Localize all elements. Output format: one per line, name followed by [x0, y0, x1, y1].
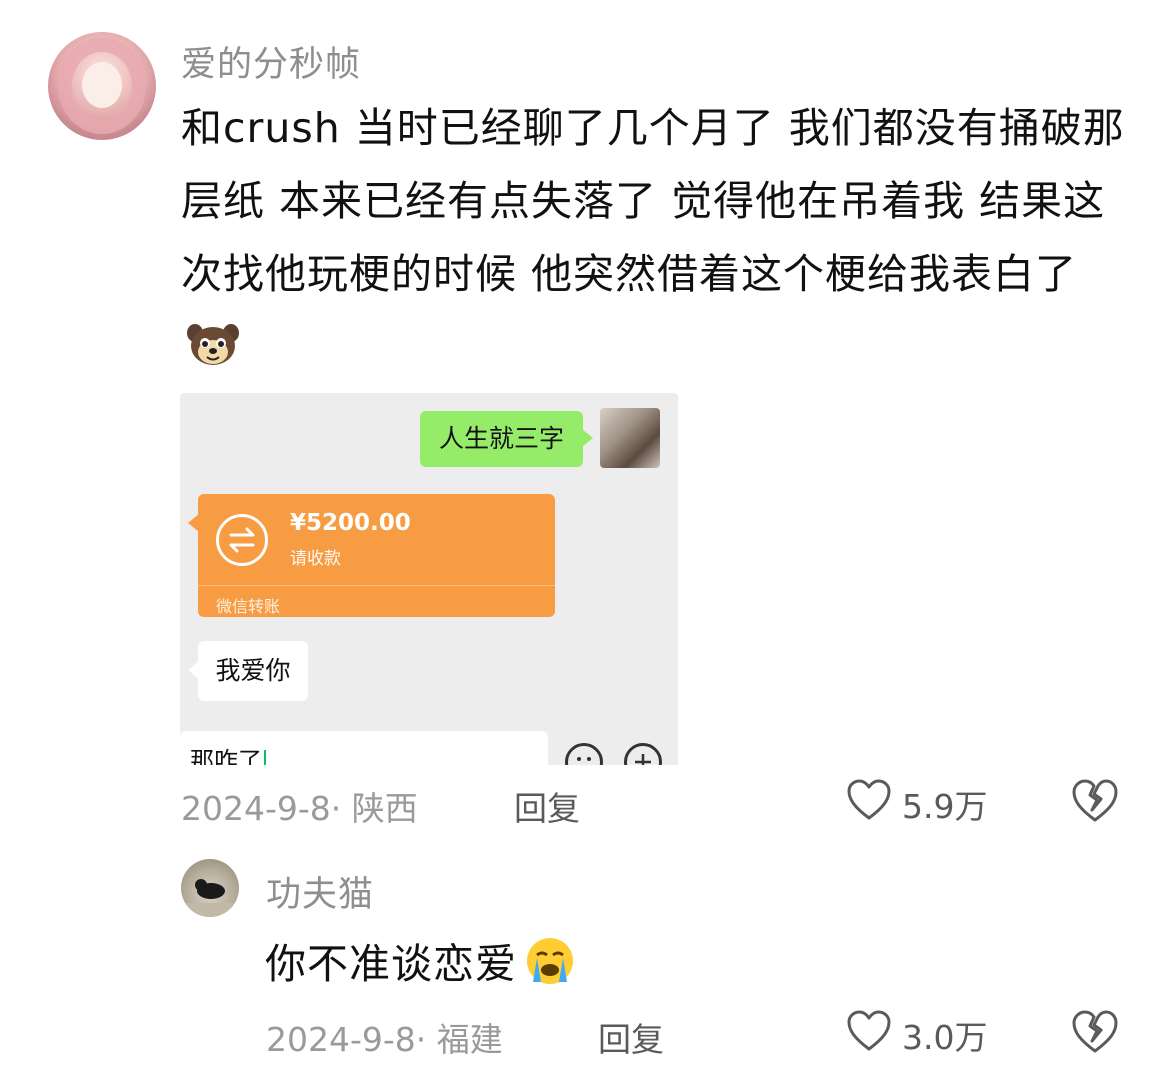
comment-text: 和crush 当时已经聊了几个月了 我们都没有捅破那层纸 本来已经有点失落了 觉… [181, 92, 1131, 384]
like-count-2: 3.0万 [902, 1018, 988, 1057]
emoji-face-icon [565, 743, 603, 765]
transfer-status: 请收款 [290, 549, 341, 569]
like-button[interactable]: 5.9万 [846, 779, 987, 829]
crying-face-emoji-icon [523, 936, 577, 996]
reply-comment-text: 你不准谈恋爱 [265, 930, 577, 996]
sent-message-bubble: 人生就三字 [420, 411, 593, 467]
broken-heart-dislike-icon-2[interactable] [1071, 1010, 1119, 1058]
transfer-source: 微信转账 [216, 597, 281, 616]
like-button-2[interactable]: 3.0万 [846, 1010, 987, 1060]
plus-icon [624, 743, 662, 765]
reply-commenter-avatar[interactable] [181, 859, 239, 917]
transfer-arrows-icon [216, 514, 268, 566]
heart-icon [846, 779, 892, 829]
chat-input-field: 那咋了 [180, 731, 548, 765]
dog-emoji-icon [185, 317, 241, 365]
reply-commenter-username[interactable]: 功夫猫 [266, 866, 374, 917]
reply-date-location: 2024-9-8· 福建 [266, 1020, 503, 1059]
chat-screenshot-image[interactable]: 人生就三字 ¥5200.00 请收款 微信转账 我爱你 那咋了 [180, 393, 678, 765]
broken-heart-dislike-icon[interactable] [1071, 779, 1119, 827]
like-count: 5.9万 [902, 787, 988, 826]
reply-button-2[interactable]: 回复 [598, 1013, 664, 1061]
chat-avatar [600, 408, 660, 468]
commenter-avatar[interactable] [48, 32, 156, 140]
comment-date-location: 2024-9-8· 陕西 [181, 789, 418, 828]
reply-button[interactable]: 回复 [514, 782, 580, 830]
transfer-amount: ¥5200.00 [290, 510, 411, 536]
heart-icon [846, 1010, 892, 1060]
commenter-username[interactable]: 爱的分秒帧 [181, 36, 361, 87]
received-message-bubble: 我爱你 [188, 641, 308, 701]
wechat-transfer-card: ¥5200.00 请收款 微信转账 [188, 494, 555, 617]
